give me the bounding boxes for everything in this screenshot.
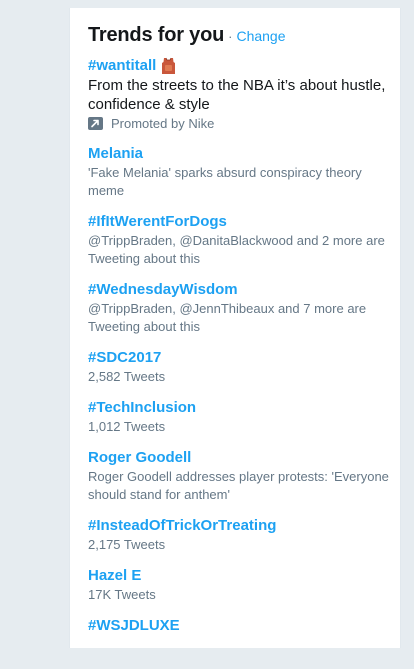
trend-name[interactable]: #IfItWerentForDogs [88, 212, 390, 232]
trend-item-wantitall[interactable]: #wantitall From the streets to the NBA i… [88, 56, 400, 131]
trends-header: Trends for you · Change [88, 24, 400, 47]
trend-name[interactable]: #WSJDLUXE [88, 616, 390, 636]
trend-item-roger-goodell[interactable]: Roger Goodell Roger Goodell addresses pl… [88, 448, 400, 504]
shirt-emoji-icon [161, 57, 176, 75]
trend-name[interactable]: #WednesdayWisdom [88, 280, 390, 300]
trend-item-sdc2017[interactable]: #SDC2017 2,582 Tweets [88, 348, 400, 386]
trend-item-ifitwerentfordogs[interactable]: #IfItWerentForDogs @TrippBraden, @Danita… [88, 212, 400, 268]
promoted-label: Promoted by Nike [111, 116, 215, 131]
trend-item-insteadoftrickortreating[interactable]: #InsteadOfTrickOrTreating 2,175 Tweets [88, 516, 400, 554]
trend-name[interactable]: #InsteadOfTrickOrTreating [88, 516, 390, 536]
trend-item-hazel-e[interactable]: Hazel E 17K Tweets [88, 566, 400, 604]
trend-tweet-count: 17K Tweets [88, 587, 156, 602]
trend-item-melania[interactable]: Melania 'Fake Melania' sparks absurd con… [88, 144, 400, 200]
trend-name[interactable]: Melania [88, 144, 390, 164]
trends-title: Trends for you [88, 24, 225, 46]
trends-card: Trends for you · Change #wantitall From … [69, 8, 401, 648]
trend-name[interactable]: Roger Goodell [88, 448, 390, 468]
trend-name[interactable]: #SDC2017 [88, 348, 390, 368]
trend-item-techinclusion[interactable]: #TechInclusion 1,012 Tweets [88, 398, 400, 436]
trend-name[interactable]: #TechInclusion [88, 398, 390, 418]
trend-tweet-count: 2,582 Tweets [88, 369, 166, 384]
promoted-arrow-icon [88, 117, 103, 130]
trend-name-text: #wantitall [88, 57, 157, 74]
trend-item-wsjdluxe[interactable]: #WSJDLUXE [88, 616, 400, 636]
promoted-row: Promoted by Nike [88, 116, 390, 131]
trend-name[interactable]: #wantitall [88, 56, 390, 76]
trend-description: From the streets to the NBA it’s about h… [88, 77, 386, 113]
page-background: Trends for you · Change #wantitall From … [0, 0, 414, 669]
trend-description: 'Fake Melania' sparks absurd conspiracy … [88, 165, 362, 198]
trend-description: Roger Goodell addresses player protests:… [88, 469, 389, 502]
change-link[interactable]: Change [236, 28, 285, 44]
trend-description: @TrippBraden, @DanitaBlackwood and 2 mor… [88, 233, 385, 266]
trend-name[interactable]: Hazel E [88, 566, 390, 586]
trend-tweet-count: 1,012 Tweets [88, 419, 166, 434]
trend-item-wednesdaywisdom[interactable]: #WednesdayWisdom @TrippBraden, @JennThib… [88, 280, 400, 336]
trend-description: @TrippBraden, @JennThibeaux and 7 more a… [88, 301, 367, 334]
header-separator: · [228, 29, 233, 44]
trend-tweet-count: 2,175 Tweets [88, 537, 166, 552]
